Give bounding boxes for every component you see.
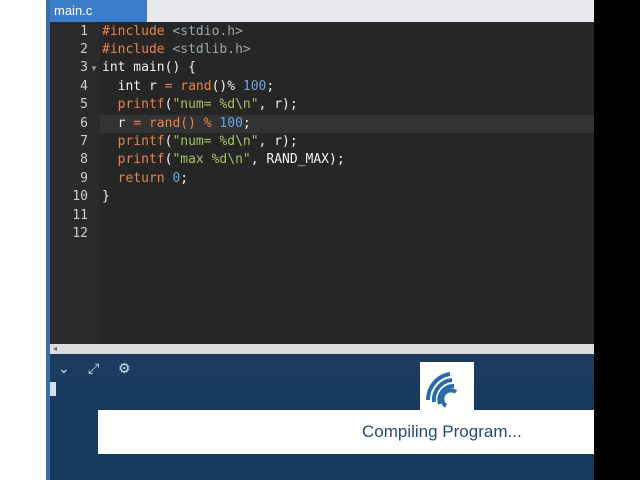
editor-window: main.c 1 2 3 ▼ 4 5 6 7 8 9 10 11 12 #inc… bbox=[46, 0, 594, 480]
line-number: 2 bbox=[80, 42, 88, 57]
line-number: 10 bbox=[72, 189, 88, 204]
chevron-down-icon[interactable]: ⌄ bbox=[58, 360, 70, 377]
code-token: 100 bbox=[242, 79, 267, 94]
bottom-toolbar: ⌄ ⤢ ⚙ bbox=[46, 354, 594, 381]
code-token: 100 bbox=[219, 116, 243, 131]
compile-status-text: Compiling Program... bbox=[362, 422, 522, 441]
code-token: <stdio.h> bbox=[172, 24, 243, 39]
line-number: 8 bbox=[80, 152, 88, 167]
line-number: 11 bbox=[72, 208, 88, 223]
code-token: rand bbox=[148, 116, 181, 131]
code-token: printf bbox=[117, 97, 165, 112]
code-line[interactable]: printf("num= %d\n", r); bbox=[102, 97, 298, 112]
code-line[interactable]: } bbox=[102, 189, 110, 204]
code-token: printf bbox=[117, 134, 165, 149]
code-token: "max %d\n" bbox=[172, 152, 251, 167]
code-token: = bbox=[133, 116, 149, 131]
code-token: = bbox=[164, 79, 181, 94]
code-token: , r); bbox=[258, 134, 298, 149]
code-token: ; bbox=[266, 79, 275, 94]
line-number: 7 bbox=[80, 134, 88, 149]
code-line[interactable]: printf("max %d\n", RAND_MAX); bbox=[102, 152, 345, 167]
compile-status-box: Compiling Program... bbox=[98, 410, 594, 454]
code-line[interactable]: int r = rand()% 100; bbox=[102, 79, 275, 94]
code-token: ()% bbox=[211, 79, 243, 94]
fold-arrow-icon[interactable]: ▼ bbox=[90, 64, 98, 73]
scroll-left-icon[interactable]: ◂ bbox=[53, 344, 57, 354]
code-line[interactable]: printf("num= %d\n", r); bbox=[102, 134, 298, 149]
bottom-panel: ⌄ ⤢ ⚙ Compiling Program... bbox=[46, 354, 594, 480]
code-token: int main() { bbox=[102, 60, 196, 75]
code-token: "num= %d\n" bbox=[172, 97, 259, 112]
code-token: } bbox=[102, 189, 110, 204]
code-line[interactable]: #include <stdio.h> bbox=[102, 24, 243, 39]
tab-main-c[interactable]: main.c bbox=[50, 0, 147, 22]
code-line[interactable]: r = rand() % 100; bbox=[102, 116, 251, 131]
loading-spinner-icon bbox=[425, 372, 458, 408]
code-line[interactable]: #include <stdlib.h> bbox=[102, 42, 251, 57]
terminal-cursor bbox=[50, 382, 56, 396]
code-line[interactable]: return 0; bbox=[102, 171, 188, 186]
code-token: ; bbox=[180, 171, 189, 186]
line-number: 9 bbox=[80, 171, 88, 186]
line-number-gutter: 1 2 3 ▼ 4 5 6 7 8 9 10 11 12 bbox=[50, 22, 100, 344]
line-number: 3 bbox=[80, 60, 88, 75]
code-token: , r); bbox=[258, 97, 298, 112]
code-token: () % bbox=[180, 116, 220, 131]
line-number: 6 bbox=[80, 116, 88, 131]
code-token: #include bbox=[102, 24, 165, 39]
code-token: ; bbox=[242, 116, 251, 131]
loading-logo bbox=[420, 362, 474, 412]
code-token: printf bbox=[117, 152, 165, 167]
line-number: 1 bbox=[80, 24, 88, 39]
expand-icon[interactable]: ⤢ bbox=[88, 360, 99, 377]
code-token: return bbox=[117, 171, 173, 186]
tab-bar: main.c bbox=[46, 0, 594, 22]
code-token: rand bbox=[180, 79, 212, 94]
code-token: int r bbox=[102, 79, 165, 94]
horizontal-scrollbar[interactable]: ◂ bbox=[50, 344, 594, 354]
line-number: 4 bbox=[80, 79, 88, 94]
window-left-border bbox=[46, 0, 50, 480]
code-line[interactable]: int main() { bbox=[102, 60, 196, 75]
robot-icon[interactable]: ⚙ bbox=[118, 360, 131, 377]
code-token: #include bbox=[102, 42, 165, 57]
code-token: , RAND_MAX); bbox=[250, 152, 345, 167]
right-letterbox bbox=[594, 0, 640, 480]
code-editor[interactable]: #include <stdio.h> #include <stdlib.h> i… bbox=[100, 22, 594, 344]
code-token: <stdlib.h> bbox=[172, 42, 251, 57]
line-number: 12 bbox=[72, 226, 88, 241]
line-number: 5 bbox=[80, 97, 88, 112]
code-token: "num= %d\n" bbox=[172, 134, 259, 149]
code-token: r bbox=[102, 116, 134, 131]
